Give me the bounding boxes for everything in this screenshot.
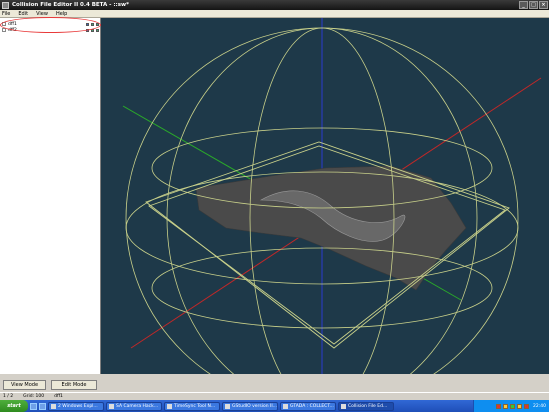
tree-item-label: dff2 <box>8 27 17 33</box>
taskbar-item[interactable]: GTADA : COLLECT... <box>280 401 336 411</box>
flag-icon[interactable] <box>96 22 99 26</box>
clock[interactable]: 22:40 <box>533 404 546 409</box>
tray-icon[interactable] <box>524 403 530 409</box>
mode-bar: View Mode Edit Mode <box>0 374 101 392</box>
menu-view[interactable]: View <box>36 11 48 17</box>
app-icon <box>2 1 9 9</box>
folder-icon <box>51 403 56 409</box>
app-icon <box>167 403 172 409</box>
taskbar-item-label: GTADA : COLLECT... <box>290 403 334 409</box>
tray-icon[interactable] <box>503 403 509 409</box>
app-icon <box>341 403 346 409</box>
window-titlebar: Collision File Editor II 0.4 BETA - ::sw… <box>0 0 549 10</box>
tray-icon[interactable] <box>517 403 523 409</box>
menu-file[interactable]: File <box>2 11 10 17</box>
status-model: dff1 <box>54 394 63 399</box>
menu-edit[interactable]: Edit <box>18 11 28 17</box>
taskbar-item[interactable]: TimeSync Tool N... <box>164 401 220 411</box>
quicklaunch-browser-icon[interactable] <box>30 402 37 410</box>
taskbar-item[interactable]: GStudIO version II... <box>222 401 278 411</box>
lock-icon[interactable] <box>91 22 94 26</box>
taskbar-item-label: SA Camera Hack... <box>116 403 159 409</box>
taskbar-item-label: 2 Windows Expl... <box>58 403 98 409</box>
document-icon <box>109 403 114 409</box>
model-tree-panel: dff1 dff2 <box>0 18 101 374</box>
taskbar-item[interactable]: SA Camera Hack... <box>106 401 162 411</box>
tray-icon[interactable] <box>496 403 502 409</box>
3d-viewport[interactable] <box>101 18 549 374</box>
tree-item-dff2[interactable]: dff2 <box>2 27 99 33</box>
quicklaunch-desktop-icon[interactable] <box>39 402 46 410</box>
flag-icon[interactable] <box>96 28 99 32</box>
lock-icon[interactable] <box>91 28 94 32</box>
expand-icon[interactable] <box>2 22 6 26</box>
taskbar-item-label: GStudIO version II... <box>232 403 277 409</box>
view-mode-button[interactable]: View Mode <box>3 380 46 390</box>
start-button[interactable]: start <box>0 400 28 412</box>
browser-icon <box>283 403 288 409</box>
taskbar-item-label: TimeSync Tool N... <box>174 403 216 409</box>
status-bar: 1 / 2 Grid: 100 dff1 <box>0 392 549 400</box>
taskbar-item[interactable]: 2 Windows Expl... <box>48 401 104 411</box>
tree-item-label: dff1 <box>8 21 17 27</box>
viewport-canvas[interactable] <box>101 18 549 374</box>
expand-icon[interactable] <box>2 28 6 32</box>
taskbar-item-label: Collision File Ed... <box>348 403 388 409</box>
minimize-button[interactable]: _ <box>519 1 528 9</box>
menu-help[interactable]: Help <box>56 11 67 17</box>
eye-icon[interactable] <box>86 22 89 26</box>
app-icon <box>225 403 230 409</box>
tray-icon[interactable] <box>510 403 516 409</box>
maximize-button[interactable]: □ <box>529 1 538 9</box>
taskbar-item-active[interactable]: Collision File Ed... <box>338 401 394 411</box>
eye-icon[interactable] <box>86 28 89 32</box>
status-index: 1 / 2 <box>3 394 14 399</box>
system-tray: 22:40 <box>473 400 549 412</box>
edit-mode-button[interactable]: Edit Mode <box>51 380 97 390</box>
status-grid: Grid: 100 <box>23 394 45 399</box>
window-title: Collision File Editor II 0.4 BETA - ::sw… <box>12 2 129 8</box>
windows-taskbar: start 2 Windows Expl... SA Camera Hack..… <box>0 400 549 412</box>
close-button[interactable]: × <box>539 1 548 9</box>
menu-bar: File Edit View Help <box>0 10 549 18</box>
